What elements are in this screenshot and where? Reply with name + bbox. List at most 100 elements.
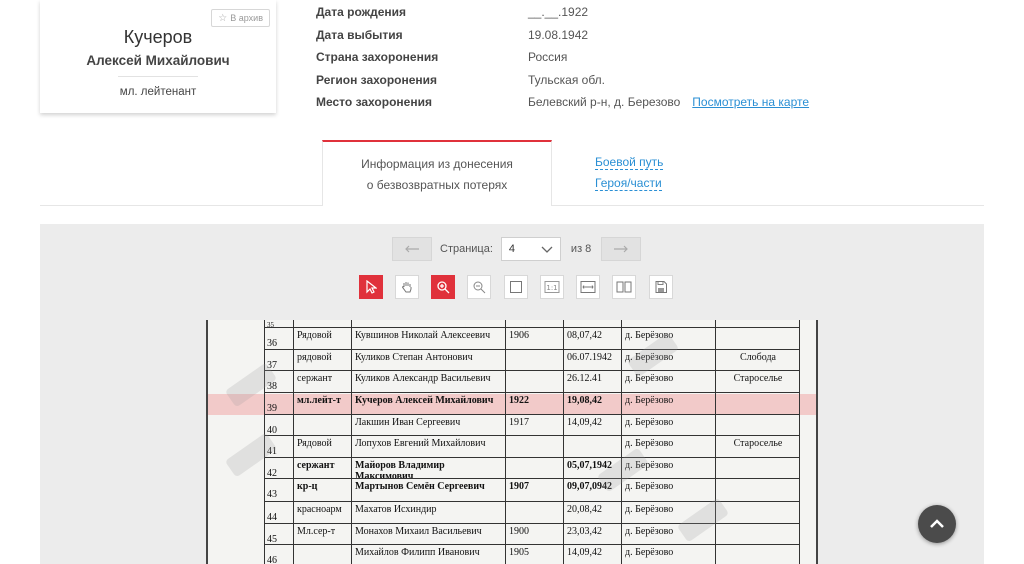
cell-rank: Рядовой	[294, 436, 352, 457]
fit-page-button[interactable]	[504, 275, 528, 299]
zoom-in-button[interactable]	[431, 275, 455, 299]
cell-date: 20,08,42	[564, 502, 622, 523]
cell	[352, 320, 506, 327]
cell-year	[506, 350, 564, 370]
hero-rank: мл. лейтенант	[119, 86, 197, 98]
cell-year: 1922	[506, 393, 564, 414]
prev-page-button[interactable]	[392, 237, 432, 261]
cell-name: Монахов Михаил Васильевич	[352, 524, 506, 544]
save-icon	[655, 281, 667, 293]
chevron-down-icon	[541, 246, 553, 253]
cell	[506, 320, 564, 327]
zoom-out-button[interactable]	[467, 275, 491, 299]
info-label: Дата выбытия	[316, 27, 403, 42]
info-row-retire: Дата выбытия 19.08.1942	[316, 28, 836, 51]
cell-rank: Мл.сер-т	[294, 524, 352, 544]
save-button[interactable]	[649, 275, 673, 299]
actual-size-icon: 1:1	[544, 281, 560, 293]
burial-place: Белевский р-н, д. Березово	[528, 95, 681, 109]
info-label: Дата рождения	[316, 5, 407, 19]
cell-name: Михайлов Филипп Иванович	[352, 545, 506, 564]
cell-village	[716, 415, 800, 435]
svg-text:1:1: 1:1	[546, 284, 557, 292]
cell-name: Лакшин Иван Сергеевич	[352, 415, 506, 435]
table-row: 42 сержант Майоров Владимир Максимович 05,0…	[264, 458, 800, 479]
actual-size-button[interactable]: 1:1	[540, 275, 564, 299]
document-scan: 35 36 Рядовой Кувшинов Николай Алексеевич 1…	[206, 320, 818, 564]
cell-num: 46	[264, 545, 294, 564]
cell-place: д. Берёзово	[622, 479, 716, 501]
table-row: 37 рядовой Куликов Степан Антонович 06.07.1…	[264, 350, 800, 371]
cell-name: Кувшинов Николай Алексеевич	[352, 328, 506, 349]
table-row-fragment: 35	[264, 320, 800, 328]
cell-date: 14,09,42	[564, 415, 622, 435]
cell-rank: Рядовой	[294, 328, 352, 349]
cell-year	[506, 436, 564, 457]
info-row-place: Место захоронения Белевский р-н, д. Бере…	[316, 95, 836, 118]
cell	[294, 320, 352, 327]
tab-loss-report[interactable]: Информация из донесения о безвозвратных …	[322, 140, 552, 206]
arrow-right-icon	[614, 245, 629, 253]
hand-icon	[402, 282, 412, 293]
zoom-in-icon	[437, 281, 450, 294]
cell-place: д. Берёзово	[622, 393, 716, 414]
scroll-top-button[interactable]	[918, 505, 956, 543]
cell-date: 26.12.41	[564, 371, 622, 392]
cell-name: Мартынов Семён Сергеевич	[352, 479, 506, 501]
info-label: Страна захоронения	[316, 50, 439, 64]
tab-label-line2: о безвозвратных потерях	[366, 178, 508, 192]
cell-rank: сержант	[294, 458, 352, 478]
cell-year	[506, 502, 564, 523]
page-select[interactable]: 4	[500, 237, 561, 261]
show-on-map-link[interactable]: Посмотреть на карте	[692, 95, 809, 109]
info-row-country: Страна захоронения Россия	[316, 50, 836, 73]
tab-combat-path[interactable]: Боевой путь Героя/части	[595, 152, 664, 194]
hero-info: Дата рождения __.__.1922 Дата выбытия 19…	[316, 5, 836, 118]
info-row-birth: Дата рождения __.__.1922	[316, 5, 836, 28]
next-page-button[interactable]	[601, 237, 642, 261]
hero-given-names: Алексей Михайлович	[86, 53, 230, 68]
fit-width-button[interactable]	[576, 275, 600, 299]
cell-num: 39	[264, 393, 294, 414]
cell-village	[716, 393, 800, 414]
cell-date: 08,07,42	[564, 328, 622, 349]
cell-date: 14,09,42	[564, 545, 622, 564]
cell-name: Лопухов Евгений Михайлович	[352, 436, 506, 457]
cell-num: 40	[264, 415, 294, 435]
cell-year: 1906	[506, 328, 564, 349]
book-icon	[616, 281, 632, 293]
cell-place: д. Берёзово	[622, 545, 716, 564]
cell-village	[716, 524, 800, 544]
cell-rank: мл.лейт-т	[294, 393, 352, 414]
cell-date	[564, 436, 622, 457]
cell-rank: кр-ц	[294, 479, 352, 501]
archive-button[interactable]: ☆ В архив	[211, 9, 270, 27]
page-total: из 8	[570, 243, 592, 255]
info-value: Тульская обл.	[528, 72, 606, 87]
hero-surname: Кучеров	[123, 27, 193, 47]
table-row: 40 Лакшин Иван Сергеевич 1917 14,09,42 д. Бе…	[264, 415, 800, 436]
pointer-tool-button[interactable]	[359, 275, 383, 299]
cell-year: 1900	[506, 524, 564, 544]
table-row: 39 мл.лейт-т Кучеров Алексей Михайлович 192…	[264, 393, 800, 415]
tab-link-line1: Боевой путь	[595, 155, 664, 170]
book-view-button[interactable]	[612, 275, 636, 299]
page-label: Страница:	[440, 243, 493, 255]
cell-name: Майоров Владимир Максимович	[352, 458, 506, 478]
hand-tool-button[interactable]	[395, 275, 419, 299]
cell-num: 43	[264, 479, 294, 501]
fit-width-icon	[580, 281, 596, 293]
info-row-region: Регион захоронения Тульская обл.	[316, 73, 836, 96]
row-number: 35	[264, 320, 294, 327]
cell-village	[716, 328, 800, 349]
info-label: Регион захоронения	[316, 72, 438, 87]
cell-name: Кучеров Алексей Михайлович	[352, 393, 506, 414]
arrow-left-icon	[405, 245, 419, 253]
cell-name: Куликов Степан Антонович	[352, 350, 506, 370]
zoom-out-icon	[473, 281, 486, 294]
cell-num: 42	[264, 458, 294, 478]
cell-village	[716, 545, 800, 564]
pager: Страница: 4 из 8	[392, 237, 642, 261]
tab-link-line2: Героя/части	[595, 176, 662, 191]
tab-label-line1: Информация из донесения	[361, 157, 513, 171]
